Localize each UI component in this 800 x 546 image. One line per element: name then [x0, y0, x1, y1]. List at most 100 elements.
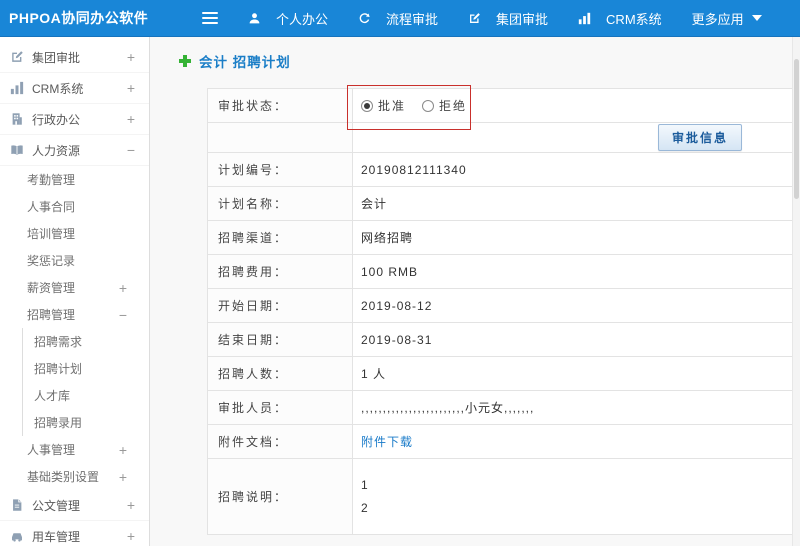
sidebar: 集团审批 + CRM系统 + 行政办公 + 人力资源 − 考勤管理 人事合同 培…: [0, 37, 150, 546]
sidebar-item-salary[interactable]: 薪资管理 +: [0, 274, 149, 301]
sidebar-item-recruit-plan[interactable]: 招聘计划: [23, 355, 149, 382]
sidebar-item-admin-office[interactable]: 行政办公 +: [0, 104, 149, 135]
field-label: 开始日期：: [208, 289, 353, 322]
nav-group-approval[interactable]: 集团审批: [468, 9, 548, 28]
field-label: 审批人员：: [208, 391, 353, 424]
field-value: 100 RMB: [361, 264, 419, 279]
radio-checked-icon: [361, 99, 373, 112]
sidebar-item-attendance[interactable]: 考勤管理: [0, 166, 149, 193]
scrollbar-thumb[interactable]: [794, 59, 799, 199]
form-row-plan-name: 计划名称： 会计: [208, 187, 792, 221]
nav-more-apps[interactable]: 更多应用: [692, 9, 762, 28]
nav-label: 流程审批: [386, 11, 439, 27]
sidebar-item-talent-pool[interactable]: 人才库: [23, 382, 149, 409]
sidebar-item-label: 奖惩记录: [27, 254, 76, 268]
sidebar-item-base-category[interactable]: 基础类别设置 +: [0, 463, 149, 490]
collapse-toggle-icon[interactable]: −: [119, 308, 127, 322]
nav-label: 个人办公: [276, 11, 329, 27]
sidebar-item-hr-contract[interactable]: 人事合同: [0, 193, 149, 220]
field-label: 计划编号：: [208, 153, 353, 186]
sidebar-item-label: 人才库: [34, 389, 71, 403]
field-value: 2019-08-12: [361, 298, 433, 313]
field-value: 会计: [361, 197, 388, 211]
main-content: 会计 招聘计划 审批状态： 批准 拒绝 审批信息 计划编号： 201908121…: [150, 37, 800, 546]
topbar: PHPOA协同办公软件 个人办公 流程审批 集团审批 CRM系统 更多应用: [0, 0, 800, 37]
field-value: 1 2: [353, 459, 792, 534]
sidebar-item-recruit-demand[interactable]: 招聘需求: [23, 328, 149, 355]
expand-toggle-icon[interactable]: +: [127, 50, 135, 64]
page-body: 集团审批 + CRM系统 + 行政办公 + 人力资源 − 考勤管理 人事合同 培…: [0, 37, 800, 546]
sidebar-item-label: 招聘需求: [34, 335, 83, 349]
empty-label-cell: [208, 123, 353, 152]
form-row-plan-number: 计划编号： 20190812111340: [208, 153, 792, 187]
sidebar-item-label: 培训管理: [27, 227, 76, 241]
sidebar-item-label: 用车管理: [32, 529, 81, 544]
field-value: 2019-08-31: [361, 332, 433, 347]
field-value: 附件下载: [353, 425, 792, 458]
open-book-icon: [10, 143, 26, 157]
expand-toggle-icon[interactable]: +: [119, 443, 127, 457]
expand-toggle-icon[interactable]: +: [127, 498, 135, 512]
field-label: 招聘渠道：: [208, 221, 353, 254]
radio-reject-label: 拒绝: [439, 99, 468, 113]
form-row-attachment: 附件文档： 附件下载: [208, 425, 792, 459]
radio-unchecked-icon: [422, 99, 435, 112]
building-icon: [10, 112, 26, 126]
sidebar-item-vehicles[interactable]: 用车管理 +: [0, 521, 149, 546]
radio-approve-label: 批准: [378, 99, 407, 113]
sidebar-item-crm[interactable]: CRM系统 +: [0, 73, 149, 104]
expand-toggle-icon[interactable]: +: [119, 470, 127, 484]
expand-toggle-icon[interactable]: +: [127, 81, 135, 95]
sidebar-item-hr-manage[interactable]: 人事管理 +: [0, 436, 149, 463]
hamburger-menu-icon[interactable]: [198, 8, 222, 28]
sidebar-item-documents[interactable]: 公文管理 +: [0, 490, 149, 521]
field-label: 招聘费用：: [208, 255, 353, 288]
nav-label: 集团审批: [496, 11, 549, 27]
app-logo: PHPOA协同办公软件: [9, 10, 149, 26]
nav-personal-office[interactable]: 个人办公: [248, 9, 328, 28]
sidebar-item-group-approval[interactable]: 集团审批 +: [0, 42, 149, 73]
form-row-headcount: 招聘人数： 1 人: [208, 357, 792, 391]
sidebar-item-recruitment[interactable]: 招聘管理 −: [0, 301, 149, 328]
bar-chart-icon: [578, 12, 594, 25]
nav-process-approval[interactable]: 流程审批: [358, 9, 438, 28]
attachment-download-link[interactable]: 附件下载: [361, 433, 413, 450]
page-title: 会计 招聘计划: [178, 50, 800, 72]
field-label: 结束日期：: [208, 323, 353, 356]
radio-approve[interactable]: 批准: [361, 97, 406, 114]
approval-info-button[interactable]: 审批信息: [657, 124, 742, 151]
sidebar-item-label: 考勤管理: [27, 173, 76, 187]
sidebar-item-label: 人事合同: [27, 200, 76, 214]
field-value: 网络招聘: [361, 231, 414, 245]
sidebar-item-recruit-hire[interactable]: 招聘录用: [23, 409, 149, 436]
approval-form: 审批状态： 批准 拒绝 审批信息 计划编号： 20190812111340 计划…: [207, 85, 793, 535]
field-label-status: 审批状态：: [208, 89, 353, 122]
expand-toggle-icon[interactable]: +: [127, 529, 135, 543]
expand-toggle-icon[interactable]: +: [119, 281, 127, 295]
top-nav: 个人办公 流程审批 集团审批 CRM系统 更多应用: [248, 9, 792, 28]
recruitment-submenu: 招聘需求 招聘计划 人才库 招聘录用: [22, 328, 149, 436]
sidebar-item-hr[interactable]: 人力资源 −: [0, 135, 149, 166]
form-row-status: 审批状态： 批准 拒绝: [208, 89, 792, 123]
radio-reject[interactable]: 拒绝: [422, 97, 467, 114]
vertical-scrollbar[interactable]: [792, 37, 800, 546]
sidebar-item-label: 薪资管理: [27, 281, 76, 295]
sidebar-item-label: CRM系统: [32, 81, 84, 96]
description-line-2: 2: [361, 501, 369, 515]
sidebar-item-label: 招聘管理: [27, 308, 76, 322]
sidebar-item-rewards[interactable]: 奖惩记录: [0, 247, 149, 274]
form-row-approvers: 审批人员： ,,,,,,,,,,,,,,,,,,,,,,,,小元女,,,,,,,: [208, 391, 792, 425]
edit-square-icon: [10, 50, 26, 64]
process-arrow-icon: [358, 12, 374, 25]
expand-toggle-icon[interactable]: +: [127, 112, 135, 126]
form-row-end-date: 结束日期： 2019-08-31: [208, 323, 792, 357]
form-row-start-date: 开始日期： 2019-08-12: [208, 289, 792, 323]
form-row-description: 招聘说明： 1 2: [208, 459, 792, 535]
nav-crm-system[interactable]: CRM系统: [578, 9, 662, 28]
form-row-channel: 招聘渠道： 网络招聘: [208, 221, 792, 255]
field-value: ,,,,,,,,,,,,,,,,,,,,,,,,小元女,,,,,,,: [361, 401, 535, 415]
form-row-cost: 招聘费用： 100 RMB: [208, 255, 792, 289]
collapse-toggle-icon[interactable]: −: [127, 143, 135, 157]
sidebar-item-training[interactable]: 培训管理: [0, 220, 149, 247]
caret-down-icon: [751, 15, 762, 21]
